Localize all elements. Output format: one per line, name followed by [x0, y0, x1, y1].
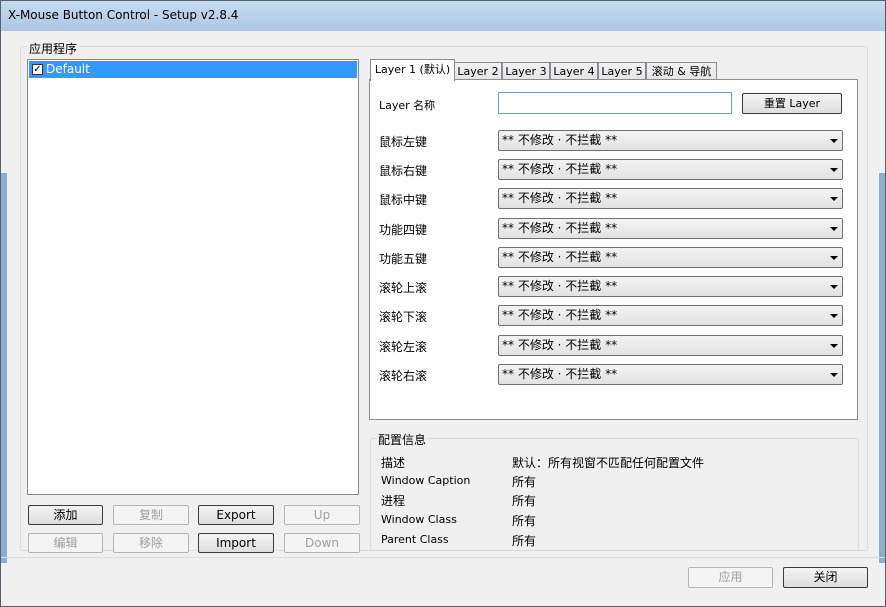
- info-label-parent-class: Parent Class: [381, 533, 449, 546]
- copy-button[interactable]: 复制: [113, 505, 189, 525]
- button-4-value: ** 不修改 · 不拦截 **: [502, 221, 618, 235]
- apply-button[interactable]: 应用: [688, 567, 773, 588]
- list-item-label: Default: [46, 62, 90, 76]
- info-value-process: 所有: [512, 494, 537, 508]
- wheel-left-value: ** 不修改 · 不拦截 **: [502, 338, 618, 352]
- row-label-right-button: 鼠标右键: [379, 164, 428, 178]
- reset-layer-button[interactable]: 重置 Layer: [742, 93, 842, 114]
- remove-button[interactable]: 移除: [113, 533, 189, 553]
- down-button[interactable]: Down: [284, 533, 360, 553]
- row-label-wheel-left: 滚轮左滚: [379, 340, 428, 354]
- info-label-window-class: Window Class: [381, 513, 457, 526]
- left-button-value: ** 不修改 · 不拦截 **: [502, 133, 618, 147]
- chevron-down-icon: [830, 256, 838, 260]
- main-window: X-Mouse Button Control - Setup v2.8.4 应用…: [0, 0, 886, 607]
- row-label-middle-button: 鼠标中键: [379, 193, 428, 207]
- button-5-value: ** 不修改 · 不拦截 **: [502, 250, 618, 264]
- up-button[interactable]: Up: [284, 505, 360, 525]
- chevron-down-icon: [830, 285, 838, 289]
- middle-button-value: ** 不修改 · 不拦截 **: [502, 191, 618, 205]
- tab-layer-1[interactable]: Layer 1 (默认): [370, 59, 455, 81]
- middle-button-select[interactable]: ** 不修改 · 不拦截 **: [498, 188, 843, 209]
- chevron-down-icon: [830, 314, 838, 318]
- wheel-up-select[interactable]: ** 不修改 · 不拦截 **: [498, 276, 843, 297]
- add-button[interactable]: 添加: [28, 505, 103, 525]
- config-info-legend: 配置信息: [376, 431, 429, 448]
- button-4-select[interactable]: ** 不修改 · 不拦截 **: [498, 218, 843, 239]
- row-label-button-5: 功能五键: [379, 252, 428, 266]
- wheel-up-value: ** 不修改 · 不拦截 **: [502, 279, 618, 293]
- wheel-right-select[interactable]: ** 不修改 · 不拦截 **: [498, 364, 843, 385]
- chevron-down-icon: [830, 139, 838, 143]
- info-label-process: 进程: [381, 494, 406, 508]
- chevron-down-icon: [830, 344, 838, 348]
- layer-name-label: Layer 名称: [379, 99, 436, 112]
- list-item-default[interactable]: ✓ Default: [29, 61, 357, 78]
- layer-name-input[interactable]: [498, 92, 732, 114]
- right-button-select[interactable]: ** 不修改 · 不拦截 **: [498, 159, 843, 180]
- window-edge-right: [879, 173, 885, 563]
- info-value-window-caption: 所有: [512, 475, 537, 489]
- row-label-wheel-down: 滚轮下滚: [379, 310, 428, 324]
- button-5-select[interactable]: ** 不修改 · 不拦截 **: [498, 247, 843, 268]
- row-label-wheel-right: 滚轮右滚: [379, 369, 428, 383]
- row-label-button-4: 功能四键: [379, 223, 428, 237]
- footer-separator: [1, 557, 885, 558]
- info-value-parent-class: 所有: [512, 534, 537, 548]
- title-bar[interactable]: X-Mouse Button Control - Setup v2.8.4: [1, 1, 885, 31]
- chevron-down-icon: [830, 168, 838, 172]
- import-button[interactable]: Import: [198, 533, 274, 553]
- edit-button[interactable]: 编辑: [28, 533, 103, 553]
- info-value-description: 默认：所有视窗不匹配任何配置文件: [512, 456, 705, 470]
- application-list[interactable]: ✓ Default: [27, 59, 359, 495]
- info-value-window-class: 所有: [512, 514, 537, 528]
- chevron-down-icon: [830, 197, 838, 201]
- default-checkbox[interactable]: ✓: [32, 64, 43, 75]
- wheel-left-select[interactable]: ** 不修改 · 不拦截 **: [498, 335, 843, 356]
- right-button-value: ** 不修改 · 不拦截 **: [502, 162, 618, 176]
- window-edge-left: [1, 173, 7, 563]
- window-title: X-Mouse Button Control - Setup v2.8.4: [8, 8, 239, 22]
- close-button[interactable]: 关闭: [783, 567, 868, 588]
- chevron-down-icon: [830, 373, 838, 377]
- info-label-description: 描述: [381, 456, 406, 470]
- wheel-down-value: ** 不修改 · 不拦截 **: [502, 308, 618, 322]
- export-button[interactable]: Export: [198, 505, 274, 525]
- wheel-right-value: ** 不修改 · 不拦截 **: [502, 367, 618, 381]
- row-label-left-button: 鼠标左键: [379, 135, 428, 149]
- wheel-down-select[interactable]: ** 不修改 · 不拦截 **: [498, 305, 843, 326]
- row-label-wheel-up: 滚轮上滚: [379, 281, 428, 295]
- info-label-window-caption: Window Caption: [381, 474, 471, 487]
- left-button-select[interactable]: ** 不修改 · 不拦截 **: [498, 130, 843, 151]
- applications-legend: 应用程序: [27, 40, 80, 57]
- chevron-down-icon: [830, 227, 838, 231]
